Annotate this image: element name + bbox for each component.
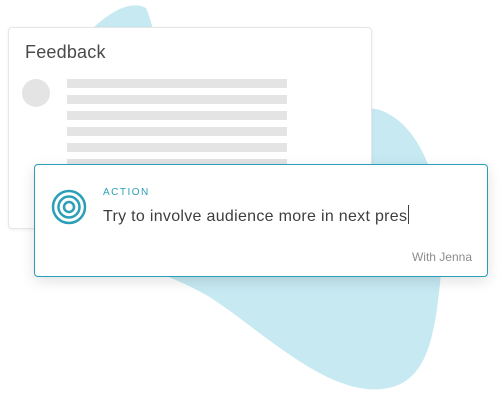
action-text-input[interactable]: Try to involve audience more in next pre… xyxy=(103,205,410,226)
avatar-placeholder xyxy=(22,79,50,107)
skeleton-line xyxy=(67,111,287,120)
feedback-title: Feedback xyxy=(25,42,106,62)
skeleton-line xyxy=(67,127,287,136)
text-caret xyxy=(408,205,410,224)
action-input-value[interactable]: Try to involve audience more in next pre… xyxy=(103,208,407,225)
illustration-stage: Feedback ACTION Try to involve audience … xyxy=(0,0,502,406)
skeleton-line xyxy=(67,143,287,152)
assignee-label: With Jenna xyxy=(411,250,472,264)
action-label: ACTION xyxy=(103,187,150,198)
skeleton-line xyxy=(67,95,287,104)
target-icon xyxy=(51,189,87,225)
action-card[interactable]: ACTION Try to involve audience more in n… xyxy=(34,164,488,277)
skeleton-line xyxy=(67,79,287,88)
